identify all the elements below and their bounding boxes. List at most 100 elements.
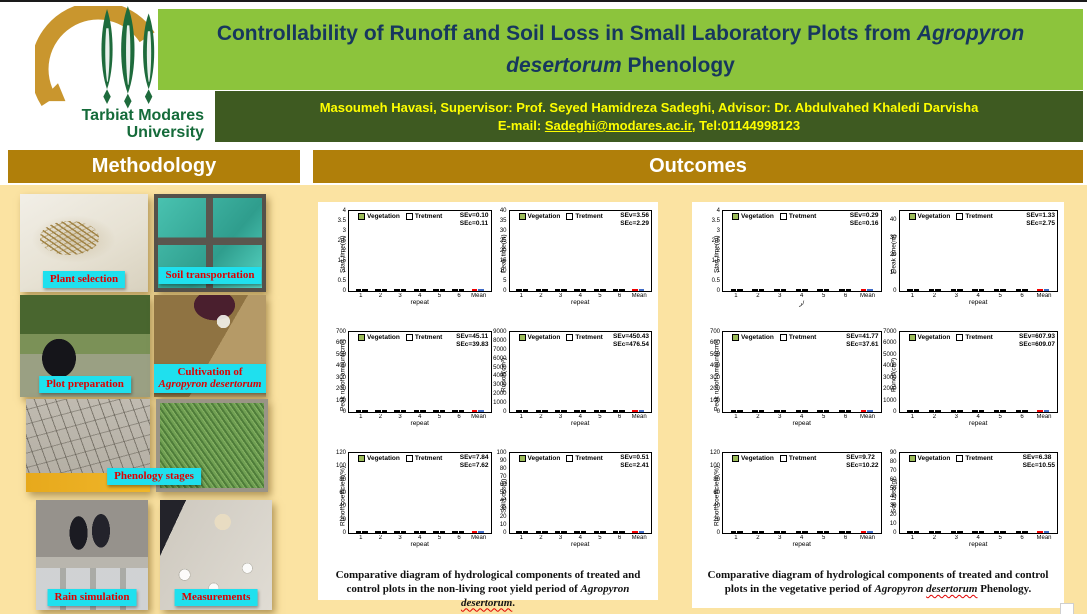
bar-group [532, 410, 551, 412]
x-axis-label: repeat [899, 420, 1059, 427]
y-tick-label: 90 [890, 450, 897, 456]
y-tick-label: 4 [343, 208, 346, 214]
vegetation-bar [907, 289, 913, 291]
se-line: SEc=10.55 [1023, 462, 1055, 470]
legend-treatment-label: Tretment [965, 213, 992, 220]
vegetation-bar [817, 410, 823, 412]
legend-treatment-label: Tretment [415, 213, 442, 220]
treatment-bar [362, 289, 368, 291]
bar-group [791, 410, 813, 412]
vegetation-swatch-icon [909, 455, 916, 462]
y-tick-label: 2.5 [712, 238, 720, 244]
legend-vegetation: Vegetation [519, 455, 561, 462]
treatment-bar [737, 531, 743, 533]
legend-treatment-label: Tretment [789, 213, 816, 220]
legend-treatment-label: Tretment [415, 455, 442, 462]
y-tick-label: 100 [710, 463, 720, 469]
y-tick-label: 15 [500, 258, 507, 264]
legend-treatment: Tretment [956, 455, 992, 462]
y-tick-label: 2000 [883, 386, 896, 392]
plot-area: VegetationTretmentSEv=607.93SEc=609.0701… [899, 331, 1059, 413]
y-tick-label: 30 [890, 235, 897, 241]
y-tick-label: 0 [893, 288, 896, 294]
chart-grid-panel-2: Start time(m)VegetationTretmentSEv=0.29S… [692, 202, 1064, 564]
y-tick-label: 30 [890, 503, 897, 509]
se-line: SEc=39.83 [456, 341, 488, 349]
y-tick-label: 90 [500, 458, 507, 464]
se-annotation: SEv=1.33SEc=2.75 [1026, 212, 1055, 229]
vegetation-bar [452, 531, 458, 533]
treatment-bar [420, 531, 426, 533]
bar-group [946, 531, 968, 533]
bar-group [449, 531, 468, 533]
vegetation-bar [414, 289, 420, 291]
treatment-bar [1022, 410, 1028, 412]
bar-group [726, 531, 748, 533]
legend-treatment-label: Tretment [965, 455, 992, 462]
y-tick-label: 100 [710, 398, 720, 404]
vegetation-bar [752, 531, 758, 533]
treatment-bar [401, 410, 407, 412]
mean-treatment-bar [867, 531, 873, 533]
y-tick-label: 60 [890, 477, 897, 483]
legend-vegetation: Vegetation [519, 213, 561, 220]
y-tick-label: 20 [890, 512, 897, 518]
vegetation-bar [375, 289, 381, 291]
treatment-bar [957, 531, 963, 533]
treatment-bar [619, 410, 625, 412]
legend-treatment-label: Tretment [789, 455, 816, 462]
y-tick-label: 3.5 [338, 218, 346, 224]
mean-treatment-bar [867, 289, 873, 291]
chart-legend: VegetationTretment [358, 334, 442, 341]
treatment-bar [459, 289, 465, 291]
treatment-bar [979, 410, 985, 412]
treatment-bar [1022, 289, 1028, 291]
treatment-bar [401, 531, 407, 533]
x-axis-label: repeat [722, 420, 882, 427]
chart-body: VegetationTretmentSEv=6.38SEc=10.5501020… [899, 452, 1059, 564]
mean-treatment-bar [478, 531, 484, 533]
bar-group [813, 289, 835, 291]
bar-chart: Runoff coefficient(%)VegetationTretmentS… [339, 452, 492, 564]
vegetation-bar [574, 289, 580, 291]
treatment-bar [401, 289, 407, 291]
se-line: SEc=7.62 [460, 462, 489, 470]
legend-vegetation: Vegetation [358, 455, 400, 462]
bar-chart: Peak runoff amount(cm³)VegetationTretmen… [713, 331, 882, 443]
caption1-after: . [512, 597, 515, 609]
vegetation-swatch-icon [358, 455, 365, 462]
treatment-bar [619, 289, 625, 291]
y-tick-label: 4000 [493, 373, 506, 379]
bar-group [769, 289, 791, 291]
bar-group [410, 531, 429, 533]
vegetation-bar [613, 410, 619, 412]
y-tick-label: 0 [893, 409, 896, 415]
se-annotation: SEv=0.51SEc=2.41 [620, 454, 649, 471]
y-tick-label: 4000 [883, 363, 896, 369]
y-tick-label: 3000 [493, 382, 506, 388]
email-link[interactable]: Sadeghi@modares.ac.ir [545, 118, 692, 133]
vegetation-bar [594, 289, 600, 291]
y-tick-label: 0 [717, 530, 720, 536]
y-tick-label: 0 [343, 530, 346, 536]
mean-bar-group [629, 410, 648, 412]
treatment-bar [581, 289, 587, 291]
y-tick-label: 20 [713, 517, 720, 523]
y-tick-label: 80 [339, 477, 346, 483]
vegetation-bar [929, 531, 935, 533]
bar-group [924, 289, 946, 291]
vegetation-bar [796, 531, 802, 533]
bar-chart: Start time(m)VegetationTretmentSEv=0.29S… [713, 210, 882, 322]
poster-title: Controllability of Runoff and Soil Loss … [158, 18, 1083, 81]
y-tick-label: 8000 [493, 338, 506, 344]
photo-label-phenology-stages: Phenology stages [107, 468, 201, 485]
mean-treatment-bar [1044, 531, 1050, 533]
bar-group [371, 410, 390, 412]
bar-group [371, 531, 390, 533]
se-line: SEc=2.75 [1026, 220, 1055, 228]
treatment-bar [382, 410, 388, 412]
mean-vegetation-bar [632, 531, 638, 533]
chart-legend: VegetationTretment [909, 334, 993, 341]
legend-vegetation-label: Vegetation [918, 334, 951, 341]
x-axis-label: ر/ [722, 299, 882, 307]
